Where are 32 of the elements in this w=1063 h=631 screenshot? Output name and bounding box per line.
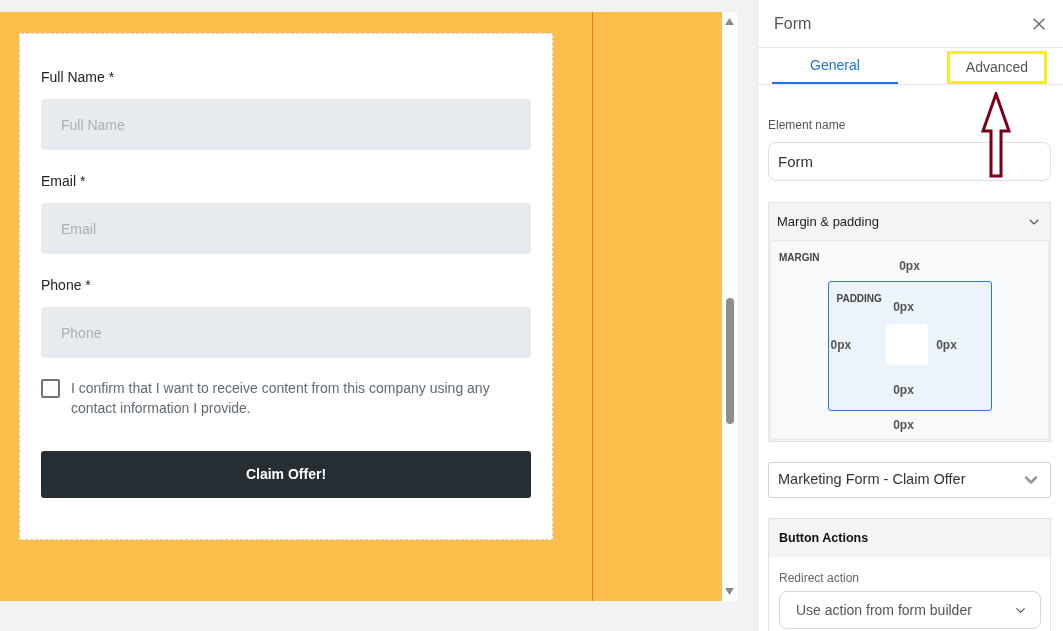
panel-tab[interactable]: General <box>772 48 898 84</box>
scrollbar-thumb[interactable] <box>725 298 734 424</box>
padding-label: PADDING <box>836 292 882 306</box>
claim-offer-button[interactable]: Claim Offer! <box>41 451 531 498</box>
panel-title: Form <box>774 13 812 34</box>
margin-top-value: 0px <box>899 258 920 275</box>
field-label: Email * <box>41 172 87 190</box>
element-name-field[interactable]: Form <box>768 142 1051 181</box>
scroll-down-icon[interactable] <box>725 588 734 595</box>
scrollbar[interactable] <box>722 12 737 601</box>
padding-top-value: 0px <box>893 299 914 316</box>
margin-label: MARGIN <box>779 251 820 265</box>
form-select[interactable]: Marketing Form - Claim Offer <box>768 462 1051 498</box>
padding-right-value: 0px <box>936 336 957 354</box>
field-label: Phone * <box>41 276 92 294</box>
input-field[interactable]: Full Name <box>41 99 531 150</box>
padding-left-value: 0px <box>830 336 852 354</box>
redirect-select[interactable]: Use action from form builder <box>779 591 1041 629</box>
up-arrow-icon <box>981 92 1011 178</box>
scroll-up-icon[interactable] <box>725 18 734 25</box>
consent-checkbox[interactable] <box>41 379 60 398</box>
field-label: Redirect action <box>779 570 861 587</box>
consent-text: I confirm that I want to receive content from this company using any contact information I provide. <box>71 379 491 418</box>
field-label: Full Name * <box>41 68 116 86</box>
input-field[interactable]: Phone <box>41 307 531 358</box>
padding-bottom-value: 0px <box>893 382 914 399</box>
section-header: Button Actions <box>769 519 1050 557</box>
margin-bottom-value: 0px <box>893 417 914 434</box>
accordion-header[interactable]: Margin & padding <box>769 203 1050 240</box>
input-field[interactable]: Email <box>41 203 531 254</box>
field-label: Element name <box>768 117 847 134</box>
panel-tab[interactable]: Advanced <box>947 51 1047 84</box>
